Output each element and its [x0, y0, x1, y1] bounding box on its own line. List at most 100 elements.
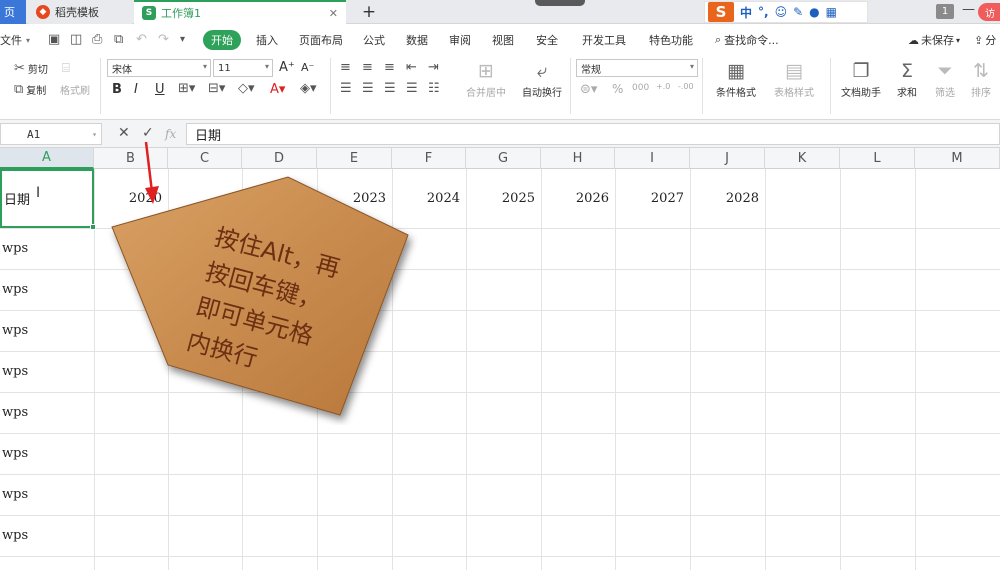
align-center-icon[interactable]: ☰ [362, 81, 374, 96]
customize-qat-icon[interactable]: ▾ [180, 34, 185, 45]
eraser-icon[interactable]: ◈▾ [300, 81, 317, 96]
new-tab-button[interactable]: + [360, 0, 378, 24]
cell-a4[interactable]: wps [0, 310, 28, 351]
drag-handle[interactable] [535, 0, 585, 6]
column-header-f[interactable]: F [392, 148, 466, 169]
tab-view[interactable]: 视图 [492, 26, 514, 54]
column-header-e[interactable]: E [317, 148, 392, 169]
cloud-save-status[interactable]: ☁ 未保存 ▾ [908, 26, 960, 54]
distributed-icon[interactable]: ☷ [428, 81, 440, 96]
minimize-icon[interactable]: — [962, 2, 975, 22]
align-right-icon[interactable]: ☰ [384, 81, 396, 96]
cell-a9[interactable]: wps [0, 515, 28, 556]
cell-a5[interactable]: wps [0, 351, 28, 392]
undo-icon[interactable]: ↶ [136, 32, 147, 47]
column-header-i[interactable]: I [615, 148, 690, 169]
cell-style-icon[interactable]: ⊟▾ [208, 81, 225, 96]
share-button[interactable]: ⇪ 分 [974, 26, 996, 54]
print-preview-icon[interactable]: ◫ [70, 32, 82, 47]
column-header-g[interactable]: G [466, 148, 541, 169]
decrease-font-icon[interactable]: A⁻ [301, 61, 314, 74]
column-header-l[interactable]: L [840, 148, 915, 169]
cell-i1[interactable]: 2027 [615, 169, 690, 228]
column-header-a[interactable]: A [0, 148, 94, 169]
cancel-entry-icon[interactable]: ✕ [118, 125, 130, 141]
font-name-select[interactable]: 宋体 ▾ [107, 59, 211, 77]
copy-button[interactable]: ⧉ 复制 [14, 82, 46, 97]
merge-center-button[interactable]: ⊞ 合并居中 [458, 58, 514, 99]
number-format-select[interactable]: 常规 ▾ [576, 59, 698, 77]
tab-home-ribbon[interactable]: 开始 [203, 30, 241, 50]
align-middle-icon[interactable]: ≡ [362, 60, 373, 75]
indent-decrease-icon[interactable]: ⇤ [406, 60, 417, 75]
cell-a6[interactable]: wps [0, 392, 28, 433]
tab-data[interactable]: 数据 [406, 26, 428, 54]
cell-a8[interactable]: wps [0, 474, 28, 515]
column-header-c[interactable]: C [168, 148, 242, 169]
pen-icon[interactable]: ✎ [793, 5, 803, 19]
autosum-button[interactable]: Σ 求和 [890, 58, 924, 99]
cell-a3[interactable]: wps [0, 269, 28, 310]
cell-a7[interactable]: wps [0, 433, 28, 474]
sort-button[interactable]: ⇅ 排序 [964, 58, 998, 99]
print-icon[interactable]: ⎙ [92, 32, 102, 47]
currency-icon[interactable]: ⊜▾ [580, 82, 597, 97]
visitor-login-button[interactable]: 访 [978, 3, 1000, 21]
ime-lang-toggle[interactable]: 中 [740, 4, 752, 21]
tab-review[interactable]: 审阅 [449, 26, 471, 54]
insert-function-icon[interactable]: fx [165, 127, 176, 141]
indent-increase-icon[interactable]: ⇥ [428, 60, 439, 75]
tab-special-features[interactable]: 特色功能 [649, 26, 693, 54]
tab-home[interactable]: 页 [0, 0, 26, 24]
table-style-button[interactable]: ▤ 表格样式 [766, 58, 822, 99]
emoji-icon[interactable]: ☺ [775, 5, 788, 19]
bold-icon[interactable]: B [112, 82, 122, 97]
fill-color-icon[interactable]: ◇▾ [238, 81, 255, 96]
wrap-text-button[interactable]: ⤶ 自动换行 [518, 58, 566, 99]
cell-a2[interactable]: wps [0, 228, 28, 269]
align-bottom-icon[interactable]: ≡ [384, 60, 395, 75]
filter-button[interactable]: ⏷ 筛选 [928, 58, 962, 99]
menu-file[interactable]: 文件 ▾ [0, 26, 30, 54]
tab-developer[interactable]: 开发工具 [582, 26, 626, 54]
conditional-format-button[interactable]: ▦ 条件格式 [708, 58, 764, 99]
cell-h1[interactable]: 2026 [541, 169, 615, 228]
paste-dropdown[interactable]: ⌸ [62, 61, 70, 76]
column-header-m[interactable]: M [915, 148, 1000, 169]
column-header-h[interactable]: H [541, 148, 615, 169]
confirm-entry-icon[interactable]: ✓ [142, 125, 154, 141]
borders-icon[interactable]: ⊞▾ [178, 81, 195, 96]
underline-icon[interactable]: U [155, 82, 165, 97]
grid-menu-icon[interactable]: ▦ [826, 5, 837, 19]
tab-page-layout[interactable]: 页面布局 [299, 26, 343, 54]
column-header-j[interactable]: J [690, 148, 765, 169]
ime-punct-toggle[interactable]: °, [758, 5, 769, 19]
command-search[interactable]: ⌕ 查找命令... [715, 26, 779, 54]
tab-formulas[interactable]: 公式 [363, 26, 385, 54]
save-icon[interactable]: ▣ [48, 32, 60, 47]
formula-input[interactable]: 日期 [186, 123, 1000, 145]
close-tab-icon[interactable]: ✕ [329, 7, 338, 20]
column-header-k[interactable]: K [765, 148, 840, 169]
justify-icon[interactable]: ☰ [406, 81, 418, 96]
tab-docer-templates[interactable]: ◆ 稻壳模板 [28, 0, 132, 24]
cut-button[interactable]: ✂ 剪切 [14, 61, 48, 76]
sogou-logo-icon[interactable]: S [708, 2, 734, 22]
font-color-icon[interactable]: A▾ [270, 82, 285, 97]
align-top-icon[interactable]: ≡ [340, 60, 351, 75]
tab-security[interactable]: 安全 [536, 26, 558, 54]
cell-j1[interactable]: 2028 [690, 169, 765, 228]
cell-g1[interactable]: 2025 [466, 169, 541, 228]
fill-handle[interactable] [90, 224, 96, 230]
doc-helper-button[interactable]: ❐ 文档助手 [836, 58, 886, 99]
export-pdf-icon[interactable]: ⧉ [114, 32, 123, 47]
tab-workbook1[interactable]: S 工作簿1 ✕ [134, 0, 346, 24]
microphone-icon[interactable]: ● [809, 5, 819, 19]
thousands-icon[interactable]: 000 [632, 83, 649, 93]
increase-font-icon[interactable]: A⁺ [279, 60, 295, 75]
tab-insert[interactable]: 插入 [256, 26, 278, 54]
name-box[interactable]: A1 ▾ [0, 123, 102, 145]
decrease-decimal-icon[interactable]: -.00 [678, 82, 694, 91]
percent-icon[interactable]: % [612, 82, 623, 96]
format-painter-button[interactable]: 格式刷 [60, 82, 90, 97]
